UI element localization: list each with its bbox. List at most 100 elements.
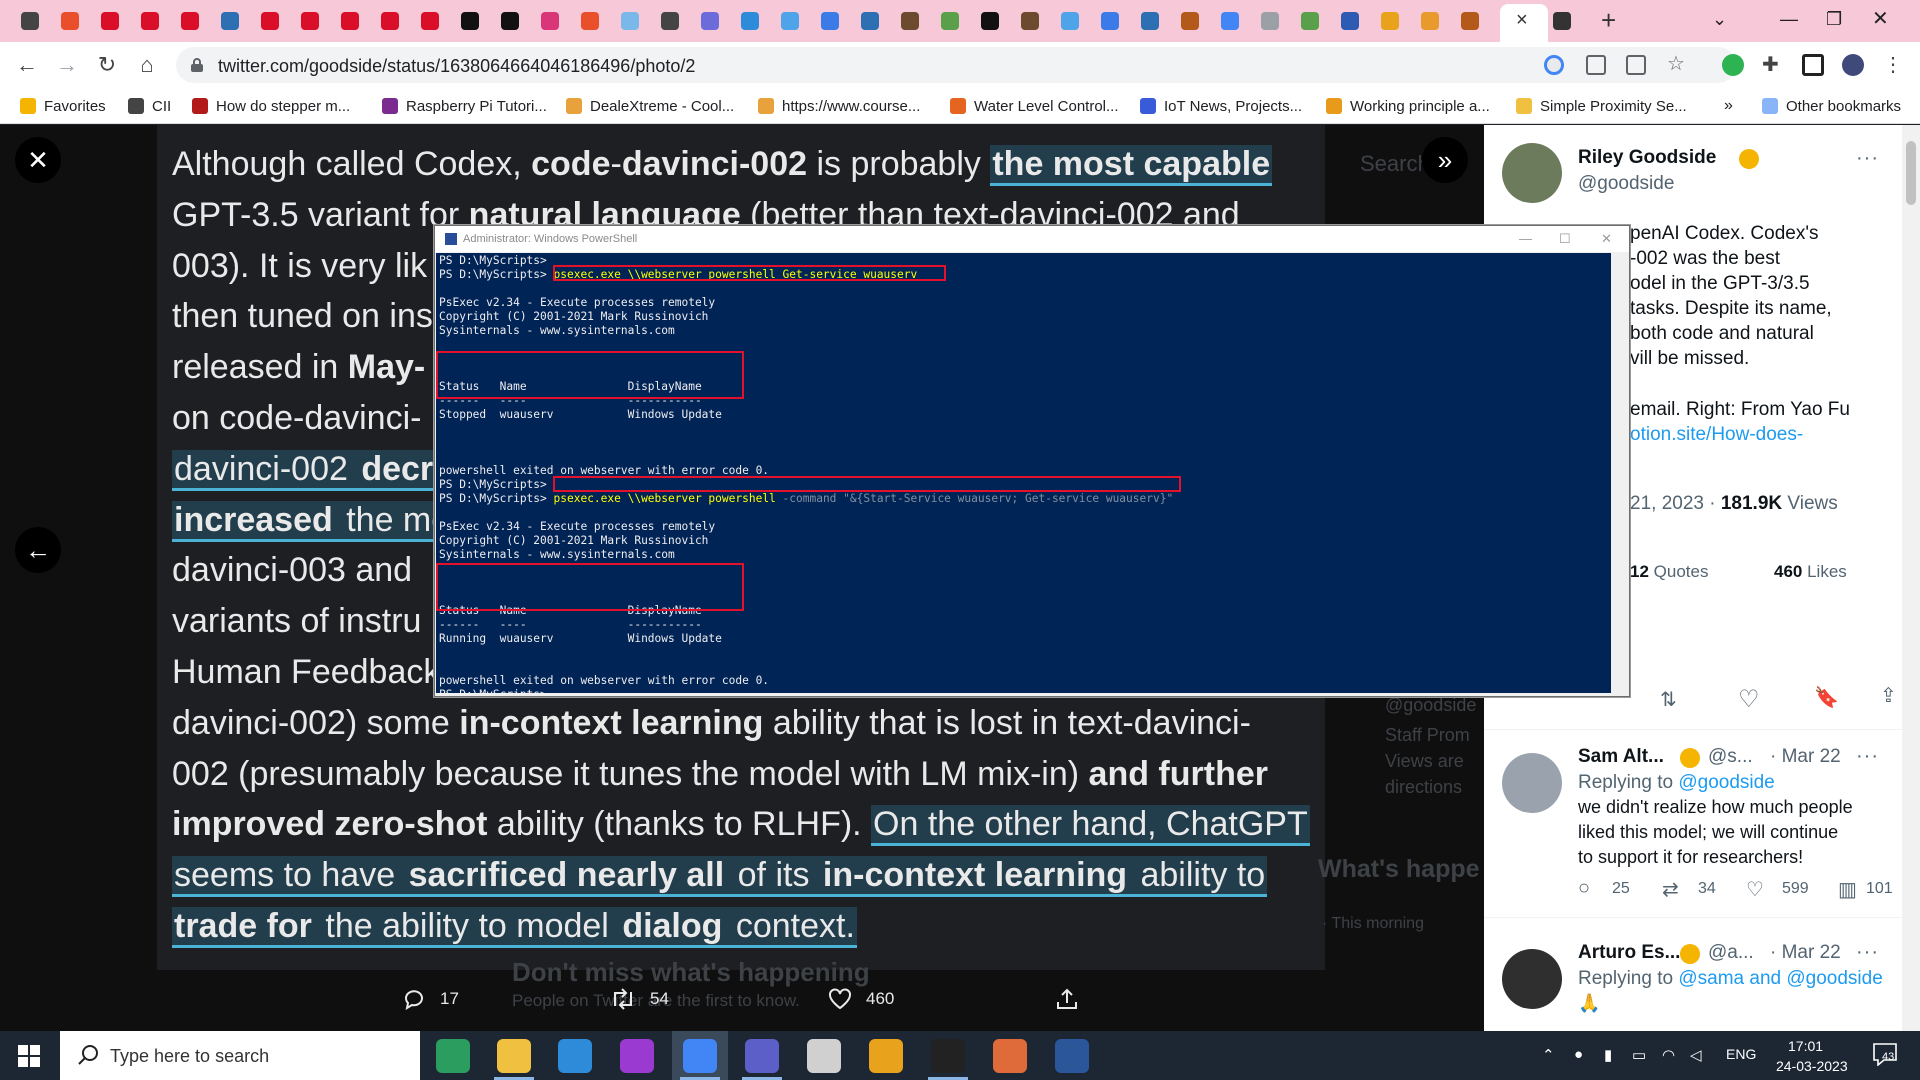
browser-tab[interactable] (258, 9, 282, 33)
expand-sidebar-icon[interactable]: » (1422, 137, 1468, 183)
scroll-thumb[interactable] (1906, 141, 1916, 205)
reply-avatar[interactable] (1502, 949, 1562, 1009)
sidebar-share-icon[interactable]: ⇪ (1880, 683, 1897, 708)
ps-minimize-icon[interactable]: — (1519, 231, 1532, 246)
browser-tab[interactable] (578, 9, 602, 33)
ps-maximize-icon[interactable]: ☐ (1559, 231, 1571, 247)
clock-time[interactable]: 17:01 (1788, 1038, 1823, 1054)
browser-tab[interactable] (898, 9, 922, 33)
window-close-icon[interactable]: ✕ (1872, 9, 1889, 29)
reply-more-icon[interactable]: ··· (1856, 745, 1879, 768)
tweet-link[interactable]: otion.site/How-does- (1630, 422, 1803, 447)
powershell-titlebar[interactable]: Administrator: Windows PowerShell — ☐ ✕ (435, 226, 1629, 252)
browser-tab[interactable] (1338, 9, 1362, 33)
back-arrow-icon[interactable]: ← (14, 52, 40, 78)
browser-tab[interactable] (938, 9, 962, 33)
windows-start-icon[interactable] (18, 1045, 40, 1067)
author-name[interactable]: Riley Goodside (1578, 147, 1716, 169)
restore-icon[interactable]: ❐ (1826, 10, 1842, 28)
bookmark-item[interactable]: Water Level Control... (950, 96, 1119, 116)
reply-action[interactable]: 17 (402, 988, 459, 1010)
reply-author-handle[interactable]: @a... (1708, 942, 1754, 964)
close-tab-icon[interactable]: × (1516, 10, 1528, 30)
tray-wifi-icon[interactable]: ◠ (1662, 1046, 1675, 1064)
quotes-stat[interactable]: 12 Quotes (1630, 559, 1708, 584)
tray-volume-icon[interactable]: ◁ (1690, 1046, 1702, 1064)
bookmark-star-icon[interactable]: ☆ (1666, 54, 1686, 75)
forward-arrow-icon[interactable]: → (54, 52, 80, 78)
browser-tab[interactable] (498, 9, 522, 33)
bookmark-item[interactable]: Favorites (20, 96, 106, 116)
browser-tab[interactable] (658, 9, 682, 33)
retweet-icon[interactable]: ⇄ (1662, 877, 1679, 902)
browser-tab[interactable] (698, 9, 722, 33)
reply-date[interactable]: · Mar 22 (1770, 746, 1841, 768)
reply-author-handle[interactable]: @s... (1708, 746, 1753, 768)
replying-to-handle[interactable]: @goodside (1678, 772, 1774, 793)
bookmark-item[interactable]: DealeXtreme - Cool... (566, 96, 734, 116)
reply-author-name[interactable]: Arturo Es... (1578, 942, 1680, 964)
bookmark-item[interactable]: Simple Proximity Se... (1516, 96, 1687, 116)
author-avatar[interactable] (1502, 143, 1562, 203)
profile-avatar[interactable] (1842, 54, 1864, 76)
bookmark-item[interactable]: IoT News, Projects... (1140, 96, 1302, 116)
chrome-icon[interactable] (683, 1039, 717, 1073)
share-action[interactable] (1056, 988, 1078, 1010)
browser-tab[interactable] (1218, 9, 1242, 33)
lock-icon[interactable] (190, 57, 204, 73)
browser-tab[interactable] (1458, 9, 1482, 33)
taskbar-search[interactable]: Type here to search (60, 1031, 420, 1080)
tray-battery-icon[interactable]: ▭ (1632, 1046, 1646, 1064)
bookmark-item[interactable]: CII (128, 96, 171, 116)
sidebar-bookmark-icon[interactable]: 🔖 (1814, 685, 1839, 710)
browser-tab[interactable] (1138, 9, 1162, 33)
reply-icon[interactable]: ○ (1578, 877, 1590, 900)
chrome-canary-icon[interactable] (869, 1039, 903, 1073)
heart-icon[interactable]: ♡ (1746, 877, 1764, 902)
browser-tab[interactable] (338, 9, 362, 33)
teams-icon[interactable] (745, 1039, 779, 1073)
tray-overflow-icon[interactable]: ⌃ (1542, 1046, 1555, 1064)
minimize-icon[interactable]: — (1780, 10, 1798, 28)
paint-icon[interactable] (993, 1039, 1027, 1073)
tab-search-chevron-icon[interactable]: ⌄ (1712, 10, 1727, 28)
close-viewer-icon[interactable]: ✕ (15, 137, 61, 183)
url-text[interactable]: twitter.com/goodside/status/163806466404… (218, 56, 695, 77)
browser-tab[interactable] (98, 9, 122, 33)
views-icon[interactable]: ▥ (1838, 877, 1857, 902)
file-explorer-icon[interactable] (497, 1039, 531, 1073)
browser-tab[interactable] (18, 9, 42, 33)
bookmarks-overflow-icon[interactable]: » (1724, 96, 1733, 116)
side-panel-icon[interactable] (1802, 54, 1824, 76)
browser-tab[interactable] (218, 9, 242, 33)
browser-tab[interactable] (1058, 9, 1082, 33)
author-handle[interactable]: @goodside (1578, 173, 1674, 195)
sticky-notes-icon[interactable] (558, 1039, 592, 1073)
sidebar-scrollbar[interactable] (1902, 125, 1920, 1031)
install-app-icon[interactable] (1586, 55, 1606, 75)
more-options-icon[interactable]: ··· (1856, 147, 1879, 170)
ps-close-icon[interactable]: ✕ (1601, 231, 1612, 247)
grammarly-icon[interactable] (1722, 54, 1744, 76)
retweet-action[interactable]: 54 (610, 988, 669, 1010)
browser-tab[interactable] (1258, 9, 1282, 33)
browser-tab[interactable] (1298, 9, 1322, 33)
reply-author-name[interactable]: Sam Alt... (1578, 746, 1664, 768)
terminal-icon[interactable] (931, 1039, 965, 1073)
home-icon[interactable]: ⌂ (134, 52, 160, 78)
settings-icon[interactable] (807, 1039, 841, 1073)
reply-more-icon[interactable]: ··· (1856, 941, 1879, 964)
browser-tab[interactable] (1418, 9, 1442, 33)
browser-tab[interactable] (458, 9, 482, 33)
other-bookmarks[interactable]: Other bookmarks (1762, 96, 1901, 116)
browser-tab[interactable] (858, 9, 882, 33)
browser-tab[interactable] (538, 9, 562, 33)
browser-tab[interactable] (818, 9, 842, 33)
browser-tab[interactable] (1018, 9, 1042, 33)
new-tab-button[interactable]: + (1601, 7, 1616, 33)
powershell-scrollbar[interactable] (1612, 253, 1629, 693)
reload-icon[interactable]: ↻ (94, 52, 120, 78)
tray-mic-icon[interactable]: ▮ (1604, 1046, 1612, 1064)
browser-tab[interactable] (378, 9, 402, 33)
clock-date[interactable]: 24-03-2023 (1776, 1058, 1848, 1074)
